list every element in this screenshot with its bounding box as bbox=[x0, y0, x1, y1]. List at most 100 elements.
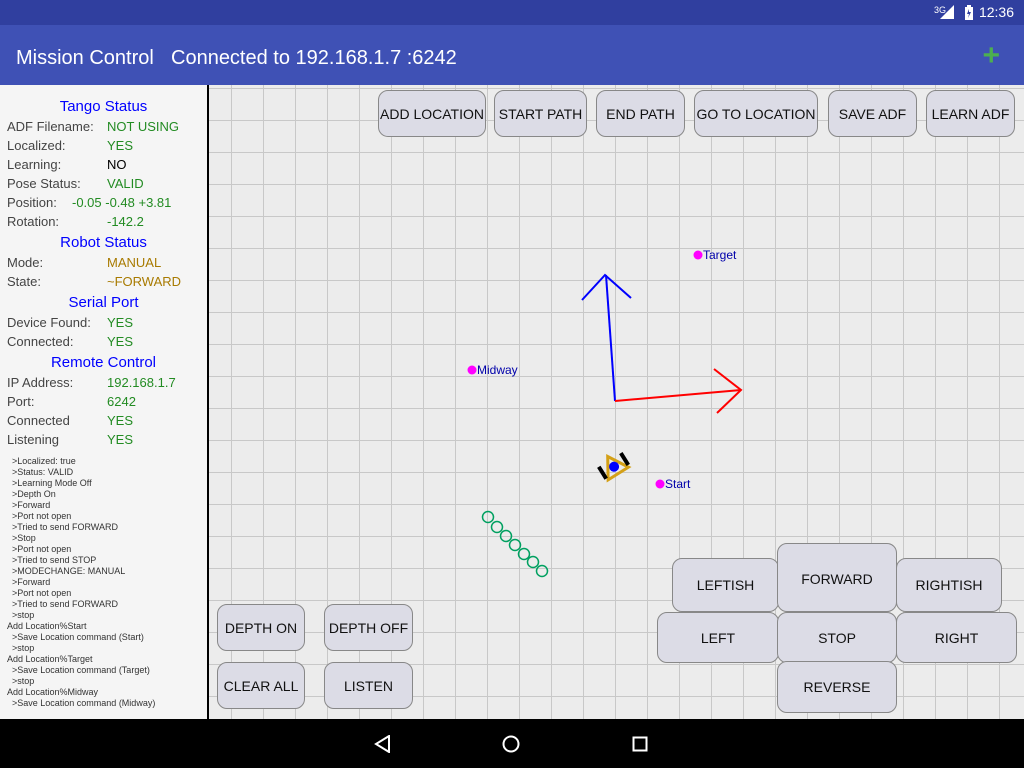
recent-apps-icon[interactable] bbox=[632, 736, 648, 752]
back-icon[interactable] bbox=[374, 735, 392, 753]
field-value: -0.05 -0.48 +3.81 bbox=[72, 195, 172, 210]
log-line: >Depth On bbox=[7, 489, 56, 499]
field-value: 6242 bbox=[107, 394, 136, 409]
location-start[interactable]: Start bbox=[655, 477, 692, 491]
path-point bbox=[535, 564, 549, 578]
depth-off-button[interactable]: DEPTH OFF bbox=[324, 604, 413, 651]
robot-status-title: Robot Status bbox=[60, 234, 147, 251]
path-point bbox=[526, 555, 540, 569]
serial-row: Connected: YES bbox=[7, 334, 207, 349]
tango-row: Position: -0.05 -0.48 +3.81 bbox=[7, 195, 207, 210]
remote-row: Port: 6242 bbox=[7, 394, 207, 409]
field-label: Localized: bbox=[7, 138, 66, 153]
log-line: >Tried to send FORWARD bbox=[7, 599, 118, 609]
path-point bbox=[499, 529, 513, 543]
end-path-button[interactable]: END PATH bbox=[596, 90, 685, 137]
robot-row: Mode: MANUAL bbox=[7, 255, 207, 270]
message-log: >Localized: true >Status: VALID >Learnin… bbox=[7, 456, 205, 709]
location-midway[interactable]: Midway bbox=[467, 363, 518, 377]
tango-row: Learning: NO bbox=[7, 157, 207, 172]
log-line: >Tried to send STOP bbox=[7, 555, 97, 565]
remote-row: Connected YES bbox=[7, 413, 207, 428]
learn-adf-button[interactable]: LEARN ADF bbox=[926, 90, 1015, 137]
field-label: Port: bbox=[7, 394, 35, 409]
path-trail bbox=[481, 510, 549, 578]
navigation-bar bbox=[0, 719, 1024, 768]
reverse-button[interactable]: REVERSE bbox=[777, 661, 897, 713]
start-path-button[interactable]: START PATH bbox=[494, 90, 587, 137]
status-bar: 3G 12:36 bbox=[0, 0, 1024, 25]
field-value: YES bbox=[107, 432, 134, 447]
field-label: State: bbox=[7, 274, 41, 289]
field-label: Device Found: bbox=[7, 315, 91, 330]
log-line: >MODECHANGE: MANUAL bbox=[7, 566, 126, 576]
tango-status-title: Tango Status bbox=[59, 98, 148, 115]
right-button[interactable]: RIGHT bbox=[896, 612, 1017, 663]
home-icon[interactable] bbox=[502, 735, 520, 753]
log-line: >Save Location command (Midway) bbox=[7, 698, 156, 708]
rightish-button[interactable]: RIGHTISH bbox=[896, 558, 1002, 612]
location-label: Midway bbox=[477, 363, 518, 377]
log-line: >Learning Mode Off bbox=[7, 478, 92, 488]
add-location-button[interactable]: ADD LOCATION bbox=[378, 90, 486, 137]
path-point bbox=[508, 538, 522, 552]
add-icon[interactable]: + bbox=[982, 41, 1000, 71]
log-line: >Status: VALID bbox=[7, 467, 74, 477]
leftish-button[interactable]: LEFTISH bbox=[672, 558, 779, 612]
clear-all-button[interactable]: CLEAR ALL bbox=[217, 662, 305, 709]
signal-icon bbox=[940, 5, 954, 19]
log-line: >Save Location command (Start) bbox=[7, 632, 144, 642]
path-point bbox=[490, 520, 504, 534]
field-value: ~FORWARD bbox=[107, 274, 182, 289]
clock: 12:36 bbox=[978, 4, 1014, 20]
field-value: VALID bbox=[107, 176, 144, 191]
remote-control-title: Remote Control bbox=[50, 354, 157, 371]
log-line: >Save Location command (Target) bbox=[7, 665, 150, 675]
go-to-location-button[interactable]: GO TO LOCATION bbox=[694, 90, 818, 137]
path-point bbox=[481, 510, 495, 524]
location-label: Target bbox=[703, 248, 737, 262]
left-button[interactable]: LEFT bbox=[657, 612, 779, 663]
depth-on-button[interactable]: DEPTH ON bbox=[217, 604, 305, 651]
log-line: >stop bbox=[7, 610, 35, 620]
serial-port-title: Serial Port bbox=[68, 294, 139, 311]
field-value: 192.168.1.7 bbox=[107, 375, 176, 390]
location-label: Start bbox=[665, 477, 691, 491]
tango-row: ADF Filename: NOT USING bbox=[7, 119, 207, 134]
log-line: >Port not open bbox=[7, 588, 72, 598]
field-value: YES bbox=[107, 138, 134, 153]
stop-button[interactable]: STOP bbox=[777, 612, 897, 663]
field-label: Connected: bbox=[7, 334, 74, 349]
path-point bbox=[517, 547, 531, 561]
app-title: Mission Control bbox=[16, 47, 154, 69]
robot-row: State: ~FORWARD bbox=[7, 274, 207, 289]
listen-button[interactable]: LISTEN bbox=[324, 662, 413, 709]
field-label: Learning: bbox=[7, 157, 62, 172]
connection-status: Connected to 192.168.1.7 :6242 bbox=[171, 47, 457, 69]
log-line: >Forward bbox=[7, 577, 51, 587]
location-target[interactable]: Target bbox=[693, 248, 738, 262]
field-value: YES bbox=[107, 315, 134, 330]
log-line: >Stop bbox=[7, 533, 36, 543]
map-view[interactable]: Target Midway Start ADD LOCATION START P… bbox=[209, 85, 1024, 719]
tango-row: Localized: YES bbox=[7, 138, 207, 153]
battery-icon bbox=[965, 5, 973, 20]
serial-row: Device Found: YES bbox=[7, 315, 207, 330]
log-line: Add Location%Midway bbox=[7, 687, 99, 697]
field-label: Position: bbox=[7, 195, 57, 210]
field-value: -142.2 bbox=[107, 214, 144, 229]
remote-row: Listening YES bbox=[7, 432, 207, 447]
log-line: Add Location%Start bbox=[7, 621, 87, 631]
field-label: ADF Filename: bbox=[7, 119, 94, 134]
field-label: Listening bbox=[7, 432, 60, 447]
log-line: Add Location%Target bbox=[7, 654, 93, 664]
forward-button[interactable]: FORWARD bbox=[777, 543, 897, 612]
y-axis bbox=[605, 274, 616, 402]
robot-marker bbox=[597, 451, 632, 483]
status-sidebar: Tango Status Robot Status Serial Port Re… bbox=[0, 85, 209, 719]
save-adf-button[interactable]: SAVE ADF bbox=[828, 90, 917, 137]
remote-row: IP Address: 192.168.1.7 bbox=[7, 375, 207, 390]
field-value: MANUAL bbox=[107, 255, 162, 270]
field-value: NOT USING bbox=[107, 119, 179, 134]
field-label: IP Address: bbox=[7, 375, 74, 390]
